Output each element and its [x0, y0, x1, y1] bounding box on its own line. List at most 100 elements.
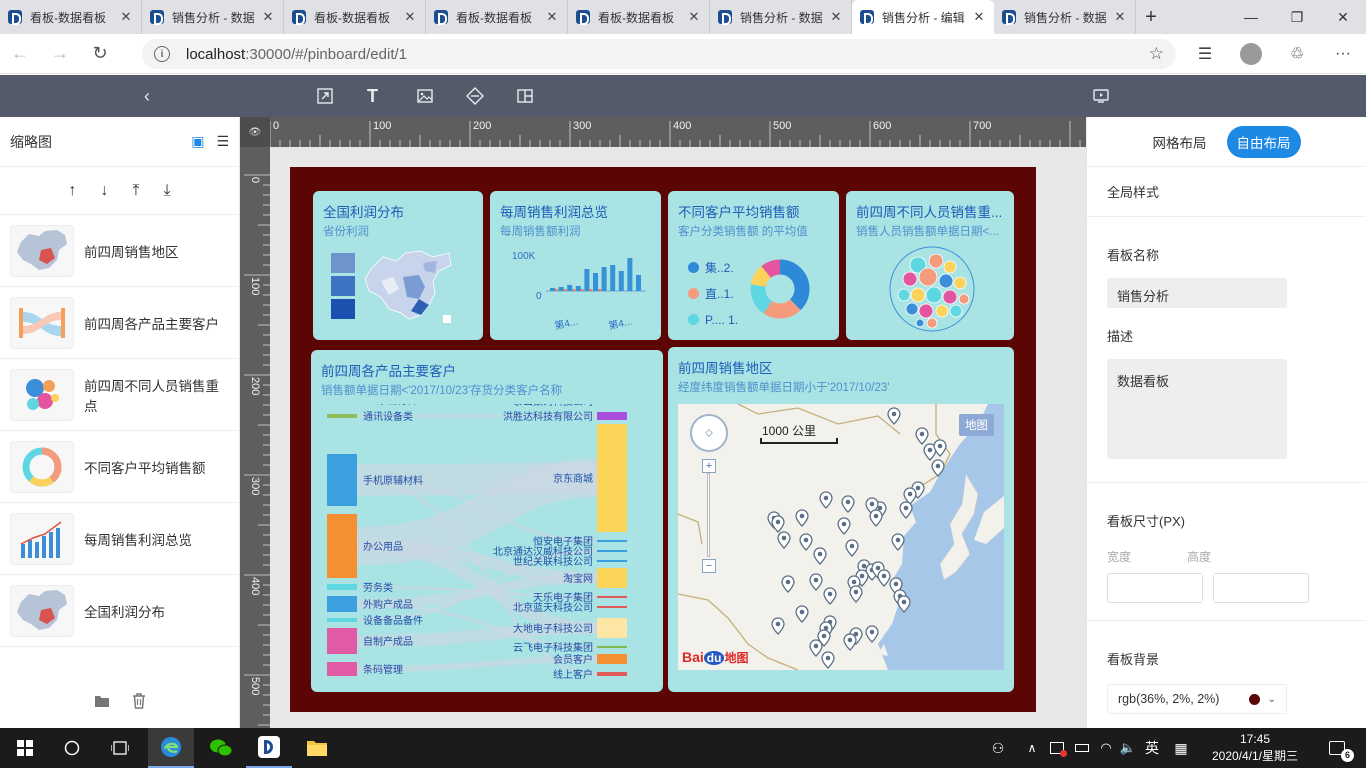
move-top-icon[interactable]: ⤒	[132, 182, 139, 200]
bar	[584, 269, 590, 291]
profile-avatar[interactable]	[1240, 43, 1262, 65]
editor-canvas[interactable]: 👁 0 100 200 300 400 500 600 700 0 100 200 300 400 50…	[240, 117, 1086, 728]
wifi-icon[interactable]: ◠	[1096, 728, 1116, 768]
close-tab-icon[interactable]: ✕	[687, 9, 701, 25]
image-tool-icon[interactable]	[416, 75, 434, 117]
notification-center-icon[interactable]: 6	[1320, 728, 1354, 768]
clock[interactable]: 17:45 2020/4/1/星期三	[1200, 728, 1310, 768]
new-tab-button[interactable]: +	[1136, 0, 1166, 34]
people-icon[interactable]: ⚇	[986, 728, 1010, 768]
app-d-icon[interactable]	[246, 728, 292, 768]
favorites-list-icon[interactable]: ☰	[1182, 44, 1228, 64]
file-explorer-icon[interactable]	[294, 728, 340, 768]
wechat-icon[interactable]	[198, 728, 244, 768]
list-view-icon[interactable]: ☰	[216, 133, 229, 150]
zoom-in-icon[interactable]: +	[702, 459, 716, 473]
bubble	[958, 293, 970, 305]
move-up-icon[interactable]: ↑	[68, 182, 76, 200]
edge-browser-icon[interactable]	[148, 728, 194, 768]
thumbnail-item[interactable]: 全国利润分布	[0, 575, 239, 647]
back-chevron-icon[interactable]: ‹	[144, 75, 150, 117]
browser-tab[interactable]: 看板-数据看板 ✕	[426, 0, 568, 34]
trash-icon[interactable]	[132, 692, 146, 714]
description-textarea[interactable]: 数据看板	[1107, 359, 1287, 459]
battery-icon[interactable]	[1072, 728, 1092, 768]
zoom-out-icon[interactable]: −	[702, 559, 716, 573]
thumbnail-item[interactable]: 前四周各产品主要客户	[0, 287, 239, 359]
move-down-icon[interactable]: ↓	[100, 182, 108, 200]
sankey-card[interactable]: 前四周各产品主要客户 销售额单据日期<'2017/10/23'存货分类客户名称 …	[311, 350, 663, 692]
input-method-indicator[interactable]: 英	[1142, 728, 1162, 768]
feedback-icon[interactable]: ♲	[1274, 44, 1320, 64]
search-icon[interactable]	[58, 728, 86, 768]
browser-tab[interactable]: 看板-数据看板 ✕	[568, 0, 710, 34]
more-menu-icon[interactable]: ···	[1320, 45, 1366, 63]
text-tool-icon[interactable]: T	[367, 75, 378, 117]
thumbnail-preview	[10, 296, 74, 349]
thumbnail-item[interactable]: 每周销售利润总览	[0, 503, 239, 575]
thumbnail-item[interactable]: 前四周不同人员销售重点	[0, 359, 239, 431]
minimize-icon[interactable]: —	[1228, 0, 1274, 34]
avg-sales-card[interactable]: 不同客户平均销售额 客户分类销售额 的平均值 集..2. 直..1. P....…	[668, 191, 839, 340]
sankey-node	[597, 596, 627, 598]
close-tab-icon[interactable]: ✕	[1113, 9, 1127, 25]
preview-icon[interactable]	[1092, 75, 1110, 117]
close-tab-icon[interactable]: ✕	[261, 9, 275, 25]
map-type-toggle[interactable]: 地图	[959, 414, 994, 436]
windows-start-icon[interactable]	[10, 728, 40, 768]
close-tab-icon[interactable]: ✕	[119, 9, 133, 25]
baidu-map[interactable]: ⬦ + − 1000 公里 地图 Bai du 地图	[678, 404, 1004, 670]
thumbnail-view-icon[interactable]: ▣	[191, 133, 204, 150]
forward-button[interactable]: →	[40, 34, 80, 74]
thumbnail-item[interactable]: 前四周销售地区	[0, 215, 239, 287]
close-window-icon[interactable]: ✕	[1320, 0, 1366, 34]
browser-tab[interactable]: 销售分析 - 数据 ✕	[710, 0, 852, 34]
tray-app-icon[interactable]	[1046, 728, 1068, 768]
site-info-icon[interactable]: i	[154, 46, 170, 62]
location-pin-icon	[809, 639, 823, 657]
bar	[593, 273, 598, 291]
profit-map-card[interactable]: 全国利润分布 省份利润	[313, 191, 483, 340]
board-name-input[interactable]: 销售分析	[1107, 278, 1287, 308]
layout-tool-icon[interactable]	[516, 75, 534, 117]
dashboard-board[interactable]: 全国利润分布 省份利润 每周销售利润总览 每周销售额利润 100K 0 第4..…	[290, 167, 1036, 712]
ruler-toggle-icon[interactable]: 👁	[240, 117, 270, 147]
map-zoom-slider[interactable]: + −	[702, 459, 716, 587]
region-map-card[interactable]: 前四周销售地区 经度纬度销售额单据日期小于'2017/10/23' ⬦ + − …	[668, 347, 1014, 692]
ruler-label: 0	[273, 120, 279, 132]
volume-icon[interactable]: 🔈	[1118, 728, 1138, 768]
weekly-profit-card[interactable]: 每周销售利润总览 每周销售额利润 100K 0 第4... 第4...	[490, 191, 661, 340]
shape-tool-icon[interactable]	[466, 75, 484, 117]
url-field[interactable]: i localhost:30000/#/pinboard/edit/1 ☆	[142, 39, 1176, 69]
background-color-picker[interactable]: rgb(36%, 2%, 2%) ⌄	[1107, 684, 1287, 714]
browser-tab[interactable]: 销售分析 - 数据 ✕	[142, 0, 284, 34]
bubble	[918, 303, 934, 319]
browser-tab[interactable]: 看板-数据看板 ✕	[284, 0, 426, 34]
refresh-button[interactable]: ↻	[80, 34, 120, 74]
staff-sales-card[interactable]: 前四周不同人员销售重... 销售人员销售额单据日期<...	[846, 191, 1014, 340]
browser-tab[interactable]: 看板-数据看板 ✕	[0, 0, 142, 34]
thumbnail-item[interactable]: 不同客户平均销售额	[0, 431, 239, 503]
ruler-label: 300	[249, 477, 261, 495]
move-bottom-icon[interactable]: ⤓	[164, 182, 171, 200]
folder-icon[interactable]	[94, 694, 110, 713]
task-view-icon[interactable]	[106, 728, 134, 768]
grid-layout-button[interactable]: 网格布局	[1153, 132, 1207, 152]
map-pan-control[interactable]: ⬦	[690, 414, 728, 452]
close-tab-icon[interactable]: ✕	[403, 9, 417, 25]
tray-chevron-icon[interactable]: ∧	[1022, 728, 1042, 768]
thumbnail-preview	[10, 584, 74, 637]
export-icon[interactable]	[316, 75, 334, 117]
browser-tab[interactable]: 销售分析 - 数据 ✕	[994, 0, 1136, 34]
browser-tab-active[interactable]: 销售分析 - 编辑 ✕	[852, 0, 994, 34]
restore-icon[interactable]: ❐	[1274, 0, 1320, 34]
close-tab-icon[interactable]: ✕	[829, 9, 843, 25]
ime-grid-icon[interactable]: ▦	[1170, 728, 1192, 768]
width-input[interactable]	[1107, 573, 1203, 603]
height-input[interactable]	[1213, 573, 1309, 603]
close-tab-icon[interactable]: ✕	[545, 9, 559, 25]
close-tab-icon[interactable]: ✕	[972, 9, 986, 25]
free-layout-button[interactable]: 自由布局	[1226, 125, 1301, 158]
favorite-star-icon[interactable]: ☆	[1149, 44, 1164, 64]
back-button[interactable]: ←	[0, 34, 40, 74]
